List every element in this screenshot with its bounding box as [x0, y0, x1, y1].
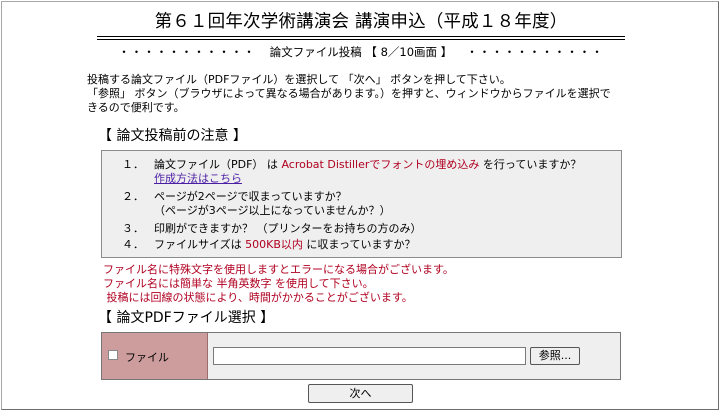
subtitle-dots-left: ・・・・・・・・・・・ — [118, 45, 256, 59]
warning-line: ファイル名には簡単な 半角英数字 を使用して下さい。 — [103, 277, 374, 290]
notice-item-1: １． 論文ファイル（PDF） は Acrobat Distillerでフォントの埋… — [122, 158, 581, 172]
notice-highlight: 500KB以内 — [245, 238, 303, 251]
title-rule-top — [97, 36, 625, 37]
notice-number: ２． — [122, 190, 144, 203]
notice-text: に収まっていますか？ — [302, 238, 416, 251]
file-label-cell: ファイル — [102, 333, 208, 379]
notice-text: を行っていますか？ — [479, 158, 582, 171]
step-indicator: 論文ファイル投稿 【 8／10画面 】 — [269, 45, 453, 59]
notice-item-2: ２． ページが2ページで収まっていますか？ — [122, 190, 347, 204]
filename-warnings: ファイル名に特殊文字を使用しますとエラーになる場合がございます。 ファイル名には… — [103, 263, 454, 305]
warning-line: 投稿には回線の状態により、時間がかかることがございます。 — [103, 291, 413, 304]
subtitle-dots-right: ・・・・・・・・・・・ — [466, 45, 604, 59]
title-rule-bottom — [97, 39, 625, 40]
file-label: ファイル — [125, 351, 169, 364]
notice-box: １． 論文ファイル（PDF） は Acrobat Distillerでフォントの埋… — [101, 150, 622, 258]
file-checkbox[interactable] — [108, 350, 118, 360]
next-button[interactable]: 次へ — [308, 384, 413, 403]
notice-item-3: ３． 印刷ができますか？ （プリンターをお持ちの方のみ） — [122, 222, 422, 236]
intro-line: きるので便利です。 — [87, 101, 185, 114]
step-subtitle: ・・・・・・・・・・・ 論文ファイル投稿 【 8／10画面 】・・・・・・・・・・… — [0, 44, 722, 60]
page-title: 第６１回年次学術講演会 講演申込（平成１８年度） — [154, 12, 568, 32]
notice-number: ３． — [122, 222, 144, 235]
file-path-input[interactable] — [213, 347, 526, 365]
intro-text: 投稿する論文ファイル（PDFファイル）を選択して 「次へ」 ボタンを押して下さい… — [87, 73, 637, 115]
notice-text: ページが2ページで収まっていますか？ — [154, 190, 347, 203]
file-select-table: ファイル 参照... — [101, 332, 621, 380]
browse-button[interactable]: 参照... — [530, 347, 580, 365]
notice-highlight: Acrobat Distillerでフォントの埋め込み — [281, 158, 480, 171]
notice-number: １． — [122, 158, 144, 171]
notice-text: 論文ファイル（PDF） は — [154, 158, 282, 171]
notice-text: 印刷ができますか？ （プリンターをお持ちの方のみ） — [154, 222, 422, 235]
notice-subtext: （ページが3ページ以上になっていませんか？） — [154, 204, 391, 217]
intro-line: 「参照」 ボタン（ブラウザによって異なる場合があります。）を押すと、ウィンドウか… — [87, 87, 611, 100]
how-to-create-link[interactable]: 作成方法はこちら — [154, 172, 242, 186]
notice-text: ファイルサイズは — [154, 238, 246, 251]
notice-number: ４． — [122, 238, 144, 251]
notice-heading: 【 論文投稿前の注意 】 — [98, 128, 247, 144]
intro-line: 投稿する論文ファイル（PDFファイル）を選択して 「次へ」 ボタンを押して下さい… — [87, 73, 511, 86]
notice-item-4: ４． ファイルサイズは 500KB以内 に収まっていますか？ — [122, 238, 415, 252]
warning-line: ファイル名に特殊文字を使用しますとエラーになる場合がございます。 — [103, 263, 454, 276]
file-select-heading: 【 論文PDFファイル選択 】 — [98, 310, 275, 326]
